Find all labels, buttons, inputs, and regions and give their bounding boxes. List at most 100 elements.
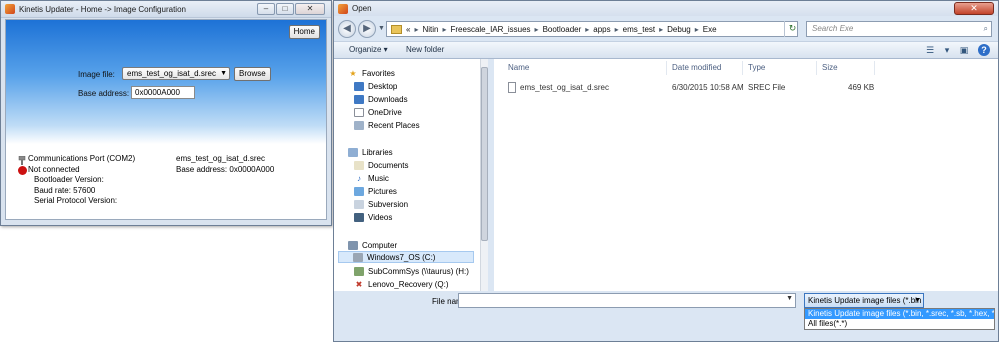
breadcrumb-separator: ▸ <box>534 24 539 34</box>
nav-recent-places[interactable]: Recent Places <box>354 119 420 131</box>
address-bar: ◀ ▶ ▼ « ▸ Nitin ▸ Freescale_IAR_issues ▸… <box>334 17 998 41</box>
nav-desktop[interactable]: Desktop <box>354 80 397 92</box>
breadcrumb-separator: ▸ <box>614 24 619 34</box>
organize-button[interactable]: Organize ▾ <box>349 45 388 54</box>
image-file-combo[interactable]: ems_test_og_isat_d.srec ▼ <box>122 67 230 80</box>
column-divider[interactable] <box>874 61 875 75</box>
nav-downloads[interactable]: Downloads <box>354 93 408 105</box>
base-address-input[interactable]: 0x0000A000 <box>131 86 195 99</box>
nav-drive-h[interactable]: SubCommSys (\\taurus) (H:) <box>354 265 469 277</box>
file-type-option[interactable]: All files(*.*) <box>805 319 994 329</box>
column-header-size[interactable]: Size <box>822 63 838 72</box>
file-type-dropdown: Kinetis Update image files (*.bin, *.sre… <box>804 308 995 330</box>
nav-computer[interactable]: Computer <box>348 239 397 251</box>
image-file-info: ems_test_og_isat_d.srec Base address: 0x… <box>176 154 274 175</box>
preview-pane-icon[interactable]: ▣ <box>958 44 970 56</box>
file-size: 469 KB <box>848 83 875 92</box>
nav-favorites[interactable]: ★ Favorites <box>348 67 395 79</box>
image-base-address: Base address: 0x0000A000 <box>176 164 275 174</box>
file-type-option[interactable]: Kinetis Update image files (*.bin, *.sre… <box>805 309 994 319</box>
image-file-label: Image file: <box>78 70 115 79</box>
breadcrumb[interactable]: « ▸ Nitin ▸ Freescale_IAR_issues ▸ Bootl… <box>386 21 798 37</box>
maximize-button[interactable]: □ <box>276 3 294 15</box>
scrollbar-thumb[interactable] <box>481 67 488 241</box>
column-divider[interactable] <box>742 61 743 75</box>
nav-libraries[interactable]: Libraries <box>348 146 393 158</box>
file-type-select[interactable]: Kinetis Update image files (*.bin ▼ <box>804 293 924 308</box>
open-file-dialog: Open ✕ ◀ ▶ ▼ « ▸ Nitin ▸ Freescale_IAR_i… <box>333 0 999 342</box>
nav-drive-c[interactable]: Windows7_OS (C:) <box>338 251 474 263</box>
breadcrumb-separator: ▸ <box>659 24 664 34</box>
drive-icon <box>353 252 363 262</box>
chevron-down-icon: ▼ <box>220 70 227 77</box>
app-icon <box>338 3 348 14</box>
nav-documents[interactable]: Documents <box>354 159 408 171</box>
kinetis-updater-window: Kinetis Updater - Home -> Image Configur… <box>0 0 332 226</box>
subversion-icon <box>354 199 364 209</box>
help-icon[interactable]: ? <box>978 44 990 56</box>
browse-button[interactable]: Browse <box>234 67 271 81</box>
nav-label: Music <box>368 173 389 183</box>
dialog-title: Open <box>352 4 372 13</box>
documents-icon <box>354 160 364 170</box>
back-arrow-icon[interactable]: ◀ <box>338 20 356 38</box>
column-header-type[interactable]: Type <box>748 63 765 72</box>
column-divider[interactable] <box>666 61 667 75</box>
nav-label: Recent Places <box>368 120 420 130</box>
column-divider[interactable] <box>816 61 817 75</box>
nav-label: Favorites <box>362 68 395 78</box>
nav-subversion[interactable]: Subversion <box>354 198 408 210</box>
nav-label: Desktop <box>368 81 398 91</box>
file-type-selected: Kinetis Update image files (*.bin <box>808 296 922 305</box>
change-view-icon[interactable]: ☰ <box>924 44 936 56</box>
recent-places-icon <box>354 120 364 130</box>
breadcrumb-segment[interactable]: Bootloader <box>543 25 582 34</box>
nav-label: Computer <box>362 240 398 250</box>
file-date: 6/30/2015 10:58 AM <box>672 83 744 92</box>
file-name-input[interactable]: ▼ <box>458 293 796 308</box>
dialog-close-button[interactable]: ✕ <box>954 2 994 15</box>
search-input[interactable]: Search Exe ⌕ <box>806 21 992 37</box>
breadcrumb-overflow[interactable]: « <box>406 25 410 34</box>
new-folder-button[interactable]: New folder <box>406 45 444 54</box>
app-icon <box>5 4 15 14</box>
videos-icon <box>354 212 364 222</box>
image-file-value: ems_test_og_isat_d.srec <box>127 69 216 78</box>
nav-onedrive[interactable]: OneDrive <box>354 106 402 118</box>
downloads-icon <box>354 94 364 104</box>
breadcrumb-segment[interactable]: Debug <box>667 25 691 34</box>
minimize-button[interactable]: – <box>257 3 275 15</box>
image-file-name: ems_test_og_isat_d.srec <box>176 154 265 163</box>
history-dropdown-icon[interactable]: ▼ <box>378 25 385 32</box>
file-row[interactable]: ems_test_og_isat_d.srec 6/30/2015 10:58 … <box>502 81 982 95</box>
breadcrumb-segment[interactable]: Freescale_IAR_issues <box>451 25 531 34</box>
close-button[interactable]: ✕ <box>295 3 325 15</box>
view-controls: ☰ ▾ ▣ ? <box>924 44 990 56</box>
dialog-title-bar: Open ✕ <box>334 1 998 16</box>
refresh-icon[interactable]: ↻ <box>784 21 800 37</box>
chevron-down-icon[interactable]: ▾ <box>944 44 950 56</box>
nav-pictures[interactable]: Pictures <box>354 185 397 197</box>
nav-music[interactable]: ♪ Music <box>354 172 389 184</box>
forward-arrow-icon[interactable]: ▶ <box>358 20 376 38</box>
image-configuration-panel: Home Image file: ems_test_og_isat_d.srec… <box>5 19 327 220</box>
desktop-icon <box>354 81 364 91</box>
serial-protocol-version: Serial Protocol Version: <box>34 196 118 205</box>
chevron-down-icon[interactable]: ▼ <box>786 295 793 302</box>
breadcrumb-segment[interactable]: apps <box>593 25 610 34</box>
breadcrumb-segment[interactable]: Exe <box>703 25 717 34</box>
nav-videos[interactable]: Videos <box>354 211 392 223</box>
column-header-name[interactable]: Name <box>508 63 529 72</box>
computer-icon <box>348 240 358 250</box>
column-header-date[interactable]: Date modified <box>672 63 721 72</box>
serial-port-icon <box>18 156 26 165</box>
breadcrumb-segment[interactable]: Nitin <box>422 25 438 34</box>
port-name: Communications Port (COM2) <box>28 154 136 163</box>
window-title: Kinetis Updater - Home -> Image Configur… <box>19 4 186 14</box>
home-button[interactable]: Home <box>288 25 320 39</box>
breadcrumb-segment[interactable]: ems_test <box>623 25 655 34</box>
nav-scrollbar[interactable] <box>480 59 488 291</box>
nav-drive-q[interactable]: ✖ Lenovo_Recovery (Q:) <box>354 278 449 290</box>
header-gradient <box>6 20 326 144</box>
breadcrumb-separator: ▸ <box>585 24 590 34</box>
